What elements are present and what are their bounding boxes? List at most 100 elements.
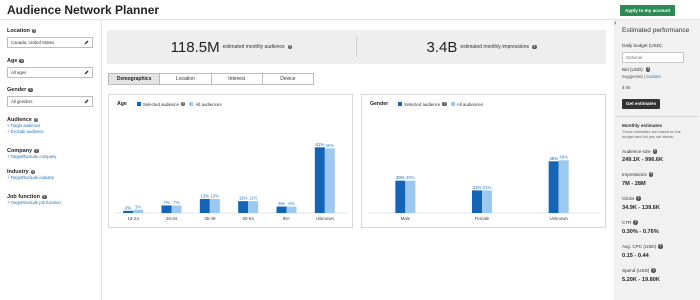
target-exclude-industry-link[interactable]: + Target/Exclude industry [7,175,93,181]
help-icon[interactable]: ? [33,117,39,123]
help-icon[interactable]: ? [652,149,658,154]
help-icon[interactable]: ? [30,169,36,175]
audience-summary: 118.5M estimated monthly audience ? 3.4B… [107,30,606,64]
help-icon[interactable]: ? [658,244,663,249]
gender-chart-card: 30% 30% Male 21% 21% Female 48% 49% Unknown Gend… [361,94,606,228]
tab-device[interactable]: Device [262,74,313,84]
help-icon[interactable]: ? [42,194,47,200]
help-icon[interactable]: ? [633,220,638,225]
bid-custom-link[interactable]: Custom [646,74,661,79]
help-icon[interactable]: ? [287,44,293,50]
monthly-impressions-stat: 3.4B estimated monthly impressions ? [357,30,606,64]
age-value: All ages [11,70,27,75]
bar-value-label: 21% [473,185,482,190]
monthly-audience-value: 118.5M [170,38,220,56]
metric-label-audience-size: Audience size? [622,149,658,154]
metric-label-text: CTR [622,220,632,225]
metric-value-avg-cpc: 0.15 - 0.44 [622,253,649,259]
exclude-audience-link[interactable]: + Exclude audience [7,129,93,135]
x-tick-label: 50-64 [243,216,255,221]
apply-to-account-button[interactable]: Apply to my account [620,5,676,16]
top-bar: Audience Network Planner Apply to my acc… [0,0,700,20]
pencil-icon[interactable] [84,99,89,104]
metric-value-spend: 5.20K - 19.80K [622,277,660,283]
bar-value-label: 7% [163,200,169,205]
collapse-chevron-icon[interactable]: › [614,20,616,27]
age-chart-header: Age Selected audience? All audiences [117,101,222,107]
help-icon[interactable]: ? [180,101,186,107]
pencil-icon[interactable] [84,40,89,45]
help-icon[interactable]: ? [648,172,654,177]
bar-selected-35-49 [199,199,210,213]
gender-field[interactable]: All genders [7,96,93,107]
bar-selected-25-34 [161,205,172,213]
get-estimates-button[interactable]: Get estimates [622,99,661,109]
bar-value-label: 13% [201,194,210,199]
breakdown-tabs: Demographics Location Interest Device [108,73,314,85]
target-exclude-job-function-link[interactable]: + Target/Exclude job function [7,200,93,206]
location-field[interactable]: Canada, United States [7,37,93,48]
daily-budget-input[interactable] [622,52,684,63]
bar-selected-18-24 [123,210,134,213]
monthly-audience-stat: 118.5M estimated monthly audience ? [107,30,356,64]
bar-value-label: 30% [396,175,405,180]
metric-label-text: Impressions [622,172,647,177]
legend-selected-audience: Selected audience? [398,102,447,107]
monthly-audience-label: estimated monthly audience [222,44,285,50]
app-title: Audience Network Planner [7,3,160,17]
monthly-impressions-label: estimated monthly impressions [460,44,529,50]
age-field[interactable]: All ages [7,67,93,78]
target-exclude-company-link[interactable]: + Target/Exclude company [7,154,93,160]
bar-value-label: 60% [326,143,335,148]
help-icon[interactable]: ? [19,58,24,64]
help-icon[interactable]: ? [31,28,37,34]
bar-value-label: 13% [211,194,220,199]
help-icon[interactable]: ? [636,196,641,201]
gender-bar-chart: 30% 30% Male 21% 21% Female 48% 49% Unknown [368,155,601,221]
help-icon[interactable]: ? [442,101,447,107]
bar-all-65+ [286,206,297,213]
age-chart-title: Age [117,101,127,107]
help-icon[interactable]: ? [34,148,39,154]
age-label: Age [7,58,18,64]
bar-all-18-24 [133,209,144,213]
bid-suggested[interactable]: Suggested [622,74,643,79]
legend-selected-label: Selected audience [142,101,179,107]
estimates-title: Estimated performance [622,27,690,34]
bar-all-unknown [324,148,335,213]
help-icon[interactable]: ? [532,44,537,50]
sidebar-divider [101,20,102,300]
help-icon[interactable]: ? [28,87,33,93]
tab-location[interactable]: Location [160,74,212,84]
x-tick-label: 18-24 [128,216,140,221]
company-section: Company? + Target/Exclude company [7,148,93,160]
tab-demographics[interactable]: Demographics [109,74,161,84]
age-bar-chart: 2% 3% 18-24 7% 7% 25-34 13% 13% 35-49 11% 11% 50-64… [115,142,348,221]
legend-all-audiences: All audiences [189,101,222,107]
metric-label-text: Clicks [622,196,635,201]
metric-value-clicks: 34.9K - 139.6K [622,205,660,211]
metric-label-text: Avg. CPC (USD) [622,244,657,249]
metric-label-spend: Spend (USD)? [622,268,656,273]
monthly-impressions-value: 3.4B [426,38,458,56]
daily-budget-label: Daily budget (USD): [622,43,663,48]
gender-chart-header: Gender Selected audience? All audiences [370,101,483,107]
metric-value-ctr: 0.30% - 0.76% [622,229,659,235]
legend-all-label: All audiences [195,101,222,107]
legend-swatch [136,102,141,106]
pencil-icon[interactable] [84,70,89,75]
bar-value-label: 6% [288,201,294,206]
bar-all-35-49 [209,199,220,213]
metric-label-ctr: CTR? [622,220,638,225]
help-icon[interactable]: ? [651,268,656,273]
x-tick-label: Unknown [316,216,335,221]
bar-all-25-34 [171,205,182,213]
tab-interest[interactable]: Interest [211,74,263,84]
bid-label-text: Bid (USD): [622,67,644,72]
bar-selected-unknown [314,147,325,213]
bar-all-50-64 [248,201,259,213]
gender-chart-title: Gender [370,101,389,107]
help-icon[interactable]: ? [645,67,651,72]
metric-label-text: Audience size [622,149,651,154]
bid-label: Bid (USD):? [622,67,651,72]
